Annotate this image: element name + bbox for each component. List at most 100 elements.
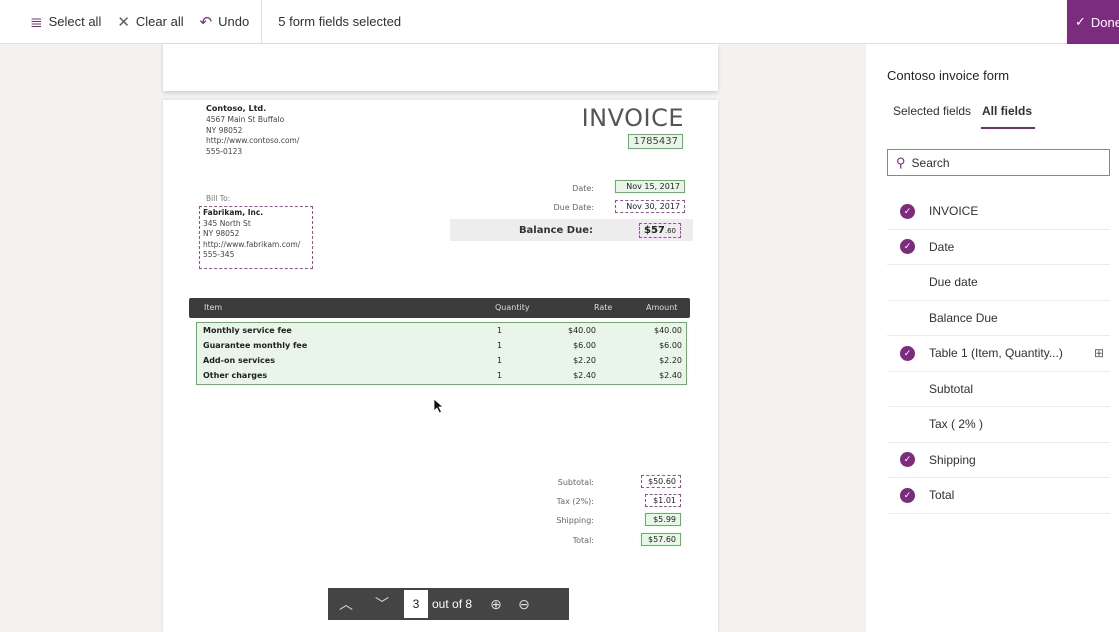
invoice-title: INVOICE <box>581 104 684 132</box>
cell-amount: $6.00 <box>659 341 682 350</box>
balance-due-field[interactable]: $57.60 <box>639 223 681 238</box>
field-label: Date <box>929 239 955 254</box>
zoom-in-icon[interactable]: ⊕ <box>482 596 510 613</box>
cell-quantity: 1 <box>497 371 503 380</box>
table-row: Add-on services 1 $2.20 $2.20 <box>197 354 686 369</box>
due-date-label: Due Date: <box>553 203 594 212</box>
bill-to-line: NY 98052 <box>203 229 240 238</box>
company-line: http://www.contoso.com/ <box>206 136 300 145</box>
search-icon: ⚲ <box>896 154 906 170</box>
cell-rate: $6.00 <box>573 341 596 350</box>
tab-all-fields[interactable]: All fields <box>982 104 1032 118</box>
field-label: Total <box>929 488 955 503</box>
bill-to-field[interactable]: Fabrikam, Inc. 345 North St NY 98052 htt… <box>199 206 313 269</box>
table-header: Item Quantity Rate Amount <box>189 298 690 318</box>
shipping-label: Shipping: <box>556 516 594 525</box>
col-header-item: Item <box>204 303 223 312</box>
col-header-amount: Amount <box>646 303 678 312</box>
done-label: Done <box>1090 14 1119 30</box>
field-label: Table 1 (Item, Quantity...) <box>929 346 1063 361</box>
field-item-invoice[interactable]: ✓ INVOICE <box>887 194 1110 230</box>
cell-item: Other charges <box>203 371 268 380</box>
undo-icon: ↶ <box>199 13 213 31</box>
cell-quantity: 1 <box>497 356 503 365</box>
field-item-table-1[interactable]: ✓ Table 1 (Item, Quantity...) ⊞ <box>887 336 1110 372</box>
checkmark-icon[interactable]: ✓ <box>900 239 915 255</box>
cell-rate: $40.00 <box>568 326 596 335</box>
cell-amount: $40.00 <box>654 326 682 335</box>
select-all-label: Select all <box>48 14 102 29</box>
chevron-up-icon[interactable]: ︿ <box>328 594 364 614</box>
cell-amount: $2.40 <box>659 371 682 380</box>
balance-dollars: $57 <box>644 225 665 236</box>
tax-label: Tax (2%): <box>556 497 594 506</box>
table-row: Other charges 1 $2.40 $2.40 <box>197 369 686 384</box>
table-row: Monthly service fee 1 $40.00 $40.00 <box>197 324 686 339</box>
chevron-down-icon[interactable]: ﹀ <box>364 594 400 614</box>
field-item-date[interactable]: ✓ Date <box>887 230 1110 265</box>
done-button[interactable]: ✓ Done <box>1067 0 1119 44</box>
page-navigation: ︿ ﹀ 3 out of 8 ⊕ ⊖ <box>328 588 569 620</box>
fields-panel: Contoso invoice form Selected fields All… <box>866 44 1119 632</box>
clear-all-button[interactable]: ✕ Clear all <box>109 0 191 44</box>
mouse-pointer-icon <box>433 398 445 414</box>
cell-rate: $2.40 <box>573 371 596 380</box>
shipping-field[interactable]: $5.99 <box>645 513 681 526</box>
cell-quantity: 1 <box>497 341 503 350</box>
page-count: out of 8 <box>432 597 473 611</box>
field-item-shipping[interactable]: ✓ Shipping <box>887 443 1110 478</box>
select-all-icon: ≣ <box>30 13 43 31</box>
cell-amount: $2.20 <box>659 356 682 365</box>
bill-to-name: Fabrikam, Inc. <box>203 208 264 217</box>
checkmark-icon[interactable]: ✓ <box>900 203 915 219</box>
cell-item: Guarantee monthly fee <box>203 341 308 350</box>
total-field[interactable]: $57.60 <box>641 533 681 546</box>
field-item-balance-due[interactable]: Balance Due <box>887 301 1110 336</box>
balance-due-label: Balance Due: <box>518 225 593 236</box>
checkmark-icon[interactable]: ✓ <box>900 487 915 503</box>
field-item-tax[interactable]: Tax ( 2% ) <box>887 407 1110 443</box>
table-row: Guarantee monthly fee 1 $6.00 $6.00 <box>197 339 686 354</box>
field-label: Tax ( 2% ) <box>929 417 984 432</box>
company-line: 555-0123 <box>206 146 243 156</box>
search-input[interactable]: ⚲ Search <box>887 149 1110 176</box>
active-tab-indicator <box>981 127 1035 129</box>
select-all-button[interactable]: ≣ Select all <box>22 0 109 44</box>
balance-cents: .60 <box>664 227 677 235</box>
table-field[interactable]: Monthly service fee 1 $40.00 $40.00 Guar… <box>196 322 687 385</box>
page-number-input[interactable]: 3 <box>404 590 428 618</box>
field-label: Subtotal <box>929 381 974 396</box>
due-date-field[interactable]: Nov 30, 2017 <box>615 200 685 213</box>
col-header-rate: Rate <box>594 303 613 312</box>
date-field[interactable]: Nov 15, 2017 <box>615 180 685 193</box>
undo-label: Undo <box>218 14 250 29</box>
command-bar: ≣ Select all ✕ Clear all ↶ Undo 5 form f… <box>0 0 1119 44</box>
field-item-due-date[interactable]: Due date <box>887 265 1110 301</box>
tab-selected-fields[interactable]: Selected fields <box>893 104 971 118</box>
field-item-total[interactable]: ✓ Total <box>887 478 1110 514</box>
company-name: Contoso, Ltd. <box>206 104 267 113</box>
total-label: Total: <box>572 536 594 545</box>
selection-status: 5 form fields selected <box>278 14 402 29</box>
table-icon: ⊞ <box>1093 346 1104 361</box>
panel-title: Contoso invoice form <box>887 68 1010 83</box>
checkmark-icon[interactable]: ✓ <box>900 452 915 468</box>
close-icon: ✕ <box>117 13 130 31</box>
bill-to-line: 345 North St <box>203 218 251 228</box>
bill-to-label: Bill To: <box>206 194 231 203</box>
subtotal-field[interactable]: $50.60 <box>641 475 681 488</box>
field-label: Balance Due <box>929 310 998 325</box>
field-item-subtotal[interactable]: Subtotal <box>887 372 1110 407</box>
tax-field[interactable]: $1.01 <box>645 494 681 507</box>
bill-to-line: http://www.fabrikam.com/ <box>203 239 301 249</box>
field-label: Due date <box>929 275 978 290</box>
document-viewer[interactable]: Contoso, Ltd. 4567 Main St Buffalo NY 98… <box>0 44 866 632</box>
cell-item: Monthly service fee <box>203 326 292 335</box>
search-placeholder: Search <box>911 155 950 170</box>
invoice-number-field[interactable]: 1785437 <box>628 134 683 149</box>
col-header-quantity: Quantity <box>495 303 530 312</box>
checkmark-icon[interactable]: ✓ <box>900 345 915 361</box>
zoom-out-icon[interactable]: ⊖ <box>510 596 538 613</box>
cell-item: Add-on services <box>203 356 275 365</box>
undo-button[interactable]: ↶ Undo <box>192 0 258 44</box>
